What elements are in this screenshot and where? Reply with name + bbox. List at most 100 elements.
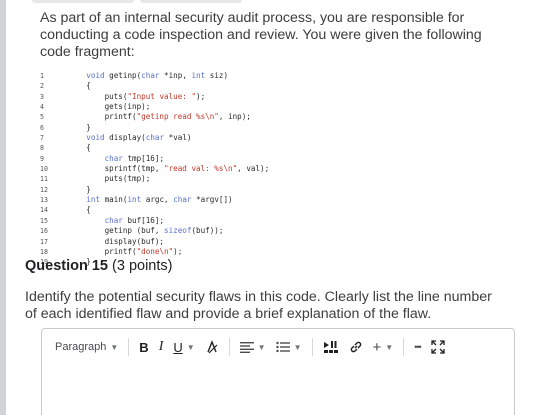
code-token: getinp (buf,	[68, 226, 165, 236]
media-icon	[323, 341, 338, 353]
chevron-down-icon: ▼	[385, 342, 394, 352]
more-options-button[interactable]: •••	[409, 335, 425, 359]
toolbar-divider	[403, 338, 405, 356]
insert-link-button[interactable]	[344, 335, 368, 359]
code-text: puts("Input value: ");	[68, 91, 206, 101]
code-token: puts(	[68, 91, 128, 101]
bold-button[interactable]: B	[134, 335, 153, 359]
code-text: void display(char *val)	[68, 133, 191, 142]
code-keyword: char	[173, 195, 192, 205]
line-number: 1	[40, 72, 44, 80]
expand-icon	[431, 340, 445, 354]
code-fragment: 1 void getinp(char *inp, int siz) 2 {3 pu…	[40, 71, 530, 271]
question-prompt: Identify the potential security flaws in…	[25, 289, 492, 322]
code-string: "getinp read %s\n"	[136, 112, 219, 122]
code-line: 14 {	[40, 205, 530, 215]
code-token: }	[68, 122, 91, 132]
code-keyword: int	[191, 71, 206, 80]
code-string: "read val: %s\n"	[164, 164, 238, 174]
code-line: 2 {	[40, 81, 530, 91]
code-token: printf(	[68, 112, 137, 122]
line-number: 5	[40, 113, 44, 122]
line-number: 15	[40, 216, 48, 225]
code-token: display(	[104, 133, 146, 143]
code-token: sprintf(tmp,	[68, 164, 165, 174]
code-token: }	[68, 184, 91, 194]
italic-button[interactable]: I	[154, 335, 169, 359]
code-line: 4 gets(inp);	[40, 102, 530, 112]
link-icon	[350, 341, 361, 353]
list-button[interactable]: ▼	[271, 335, 307, 359]
question-title: Question 15 (3 points)	[25, 258, 525, 274]
code-line: 5 printf("getinp read %s\n", inp);	[40, 112, 530, 122]
code-text: {	[68, 205, 91, 214]
code-text: int main(int argc, char *argv[])	[68, 195, 233, 205]
code-keyword: char	[104, 153, 123, 163]
line-number: 6	[40, 123, 44, 132]
toolbar-divider	[228, 338, 230, 356]
underline-button[interactable]: U ▼	[168, 335, 199, 359]
question-15: Question 15 (3 points) Identify the pote…	[25, 258, 525, 323]
code-keyword: int	[86, 195, 101, 205]
code-string: "Input value: "	[127, 91, 197, 101]
line-number: 12	[40, 185, 48, 194]
chevron-down-icon: ▼	[186, 342, 195, 352]
chevron-down-icon: ▼	[293, 342, 302, 352]
code-text: {	[68, 143, 91, 152]
code-keyword: void	[86, 133, 105, 143]
code-text: display(buf);	[68, 237, 164, 246]
code-text: getinp (buf, sizeof(buf));	[68, 226, 224, 236]
fullscreen-button[interactable]	[426, 335, 450, 359]
code-token: display(buf);	[68, 236, 165, 246]
code-token: *val)	[164, 133, 192, 143]
code-line: 9 char tmp[16];	[40, 154, 530, 164]
code-token: , inp);	[218, 112, 251, 122]
text-color-button[interactable]	[200, 335, 224, 359]
answer-editor[interactable]: Paragraph ▼ B I U ▼ ▼ ▼ + ▼ •••	[41, 328, 515, 415]
code-line: 7 void display(char *val)	[40, 133, 530, 143]
insert-media-button[interactable]	[318, 335, 344, 359]
code-token: *argv[])	[191, 195, 233, 205]
code-text: char tmp[16];	[68, 154, 164, 163]
code-token: , val);	[237, 164, 270, 174]
code-line: 17 display(buf);	[40, 237, 530, 247]
paragraph-format-select[interactable]: Paragraph ▼	[50, 335, 123, 359]
code-text: puts(tmp);	[68, 174, 151, 183]
code-token: *inp,	[159, 71, 192, 80]
top-tab[interactable]	[32, 0, 134, 3]
code-token: argc,	[141, 195, 174, 205]
code-keyword: char	[141, 71, 160, 80]
code-text: printf("getinp read %s\n", inp);	[68, 112, 251, 121]
code-token: (buf));	[191, 226, 224, 236]
left-scroll-edge	[0, 0, 6, 415]
code-line: 11 puts(tmp);	[40, 174, 530, 184]
chevron-down-icon: ▼	[257, 342, 266, 352]
top-tabs	[32, 0, 242, 3]
editor-toolbar: Paragraph ▼ B I U ▼ ▼ ▼ + ▼ •••	[42, 329, 514, 365]
code-text: {	[68, 81, 91, 90]
line-number: 14	[40, 206, 48, 215]
code-keyword: char	[145, 133, 165, 143]
code-keyword: void	[86, 71, 105, 80]
code-string: "done\n"	[136, 246, 174, 256]
line-number: 16	[40, 227, 48, 236]
line-number: 13	[40, 196, 48, 205]
code-text: gets(inp);	[68, 102, 151, 112]
code-token: {	[68, 143, 91, 153]
insert-button[interactable]: + ▼	[368, 335, 399, 359]
line-number: 2	[40, 82, 44, 91]
code-token: gets(inp);	[68, 102, 151, 112]
code-text: char buf[16];	[68, 216, 164, 225]
line-number: 10	[40, 165, 48, 174]
line-number: 3	[40, 92, 44, 101]
code-keyword: char	[104, 215, 123, 225]
code-token: buf[16];	[122, 215, 165, 225]
top-tab[interactable]	[140, 0, 242, 3]
line-number: 17	[40, 237, 48, 246]
align-button[interactable]: ▼	[235, 335, 271, 359]
answer-text-area[interactable]	[42, 365, 514, 415]
